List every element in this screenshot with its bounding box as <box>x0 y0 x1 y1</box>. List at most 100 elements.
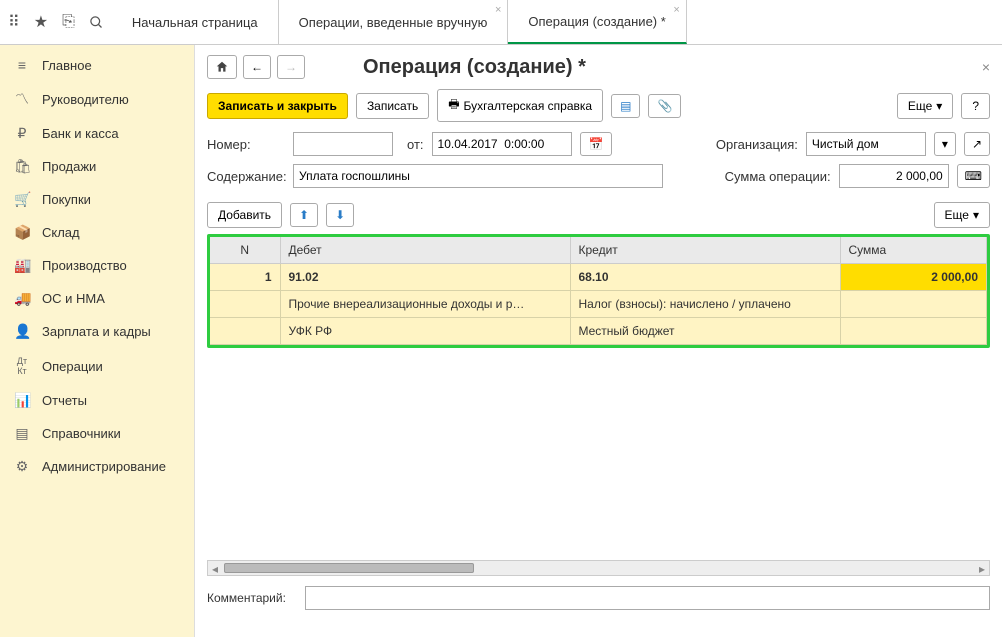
scroll-left-icon[interactable]: ◂ <box>212 562 218 576</box>
home-button[interactable] <box>207 55 237 79</box>
chevron-down-icon: ▾ <box>936 99 942 113</box>
tab-home[interactable]: Начальная страница <box>112 0 279 44</box>
date-label: от: <box>407 137 424 152</box>
sidebar-item-reports[interactable]: 📊Отчеты <box>0 384 194 417</box>
cell-credit-sub[interactable]: Налог (взносы): начислено / уплачено <box>570 291 840 318</box>
move-up-button[interactable]: ⬆ <box>290 203 318 227</box>
sidebar-item-sales[interactable]: 🛍 Продажи <box>0 150 194 183</box>
cell-debit[interactable]: 91.02 <box>280 264 570 291</box>
cart-icon: 🛒 <box>14 191 30 208</box>
sidebar-item-purchases[interactable]: 🛒 Покупки <box>0 183 194 216</box>
cell-debit-sub[interactable]: УФК РФ <box>280 318 570 345</box>
date-input[interactable] <box>432 132 572 156</box>
bag-icon: 🛍 <box>14 158 30 175</box>
close-icon[interactable]: × <box>673 4 679 16</box>
row-content-sum: Содержание: Сумма операции: ⌨ <box>207 164 990 188</box>
save-button[interactable]: Записать <box>356 93 429 119</box>
org-dropdown-button[interactable]: ▾ <box>934 132 956 156</box>
sidebar-item-operations[interactable]: ДтКт Операции <box>0 348 194 384</box>
cell-credit-sub[interactable]: Местный бюджет <box>570 318 840 345</box>
help-button[interactable]: ? <box>961 93 990 119</box>
clipboard-icon[interactable]: ⎘ <box>62 13 75 31</box>
cell-debit-sub[interactable]: Прочие внереализационные доходы и р… <box>280 291 570 318</box>
sidebar-item-warehouse[interactable]: 📦Склад <box>0 216 194 249</box>
scroll-right-icon[interactable]: ▸ <box>979 562 985 576</box>
horizontal-scrollbar[interactable]: ◂ ▸ <box>207 560 990 576</box>
accounting-report-button[interactable]: 🖶 Бухгалтерская справка <box>437 89 603 122</box>
sidebar-item-main[interactable]: ≡ Главное <box>0 49 194 81</box>
sidebar-item-label: Операции <box>42 359 103 374</box>
cell-amount[interactable]: 2 000,00 <box>840 264 987 291</box>
content: ← → Операция (создание) * × Записать и з… <box>195 45 1002 637</box>
table-row-sub[interactable]: УФК РФ Местный бюджет <box>210 318 987 345</box>
sidebar-item-hr[interactable]: 👤Зарплата и кадры <box>0 315 194 348</box>
close-page-icon[interactable]: × <box>982 59 990 75</box>
main: ≡ Главное 〽Руководителю ₽Банк и касса 🛍 Пр… <box>0 45 1002 637</box>
cell-empty <box>210 318 280 345</box>
table-row[interactable]: 1 91.02 68.10 2 000,00 <box>210 264 987 291</box>
tab-label: Операции, введенные вручную <box>299 15 488 30</box>
menu-icon: ≡ <box>14 57 30 73</box>
cell-n: 1 <box>210 264 280 291</box>
title-row: ← → Операция (создание) * × <box>207 55 990 79</box>
dtkt-icon: ДтКт <box>14 356 30 376</box>
sidebar-item-label: Главное <box>42 58 92 73</box>
number-label: Номер: <box>207 137 285 152</box>
star-icon[interactable]: ★ <box>34 12 48 32</box>
page-title: Операция (создание) * <box>363 56 586 79</box>
open-icon: ↗ <box>972 137 982 151</box>
sidebar-item-label: Покупки <box>42 192 91 207</box>
button-label: Еще <box>945 208 969 222</box>
add-button[interactable]: Добавить <box>207 202 282 228</box>
close-icon[interactable]: × <box>495 4 501 16</box>
calendar-button[interactable]: 📅 <box>580 132 613 156</box>
sidebar-item-bank[interactable]: ₽Банк и касса <box>0 117 194 150</box>
cell-empty <box>840 291 987 318</box>
number-input[interactable] <box>293 132 393 156</box>
comment-input[interactable] <box>305 586 990 610</box>
arrow-down-icon: ⬇ <box>335 208 345 222</box>
bars-icon: 📊 <box>14 392 30 409</box>
sum-input[interactable] <box>839 164 949 188</box>
entries-table[interactable]: N Дебет Кредит Сумма 1 91.02 68.10 2 000… <box>210 237 987 345</box>
save-close-button[interactable]: Записать и закрыть <box>207 93 348 119</box>
content-input[interactable] <box>293 164 663 188</box>
search-icon[interactable] <box>89 15 104 30</box>
sidebar-item-production[interactable]: 🏭Производство <box>0 249 194 282</box>
sidebar-item-catalogs[interactable]: ▤Справочники <box>0 417 194 450</box>
tab-label: Операция (создание) * <box>528 14 665 29</box>
more-button[interactable]: Еще ▾ <box>897 93 953 119</box>
org-open-button[interactable]: ↗ <box>964 132 990 156</box>
sidebar-item-admin[interactable]: ⚙Администрирование <box>0 450 194 483</box>
printer-icon: 🖶 <box>448 95 459 116</box>
main-toolbar: Записать и закрыть Записать 🖶 Бухгалтерс… <box>207 89 990 122</box>
apps-icon[interactable]: ⠿ <box>8 12 20 32</box>
gear-icon: ⚙ <box>14 458 30 475</box>
cell-empty <box>840 318 987 345</box>
table-header-row: N Дебет Кредит Сумма <box>210 237 987 264</box>
calculator-button[interactable]: ⌨ <box>957 164 990 188</box>
table-toolbar: Добавить ⬆ ⬇ Еще ▾ <box>207 202 990 228</box>
scrollbar-thumb[interactable] <box>224 563 474 573</box>
content-label: Содержание: <box>207 169 285 184</box>
calculator-icon: ⌨ <box>965 169 982 183</box>
document-button[interactable]: ▤ <box>611 94 640 118</box>
book-icon: ▤ <box>14 425 30 442</box>
forward-button[interactable]: → <box>277 55 305 79</box>
sidebar-item-os-nma[interactable]: 🚚ОС и НМА <box>0 282 194 315</box>
comment-label: Комментарий: <box>207 591 297 605</box>
back-button[interactable]: ← <box>243 55 271 79</box>
document-icon: ▤ <box>620 99 631 113</box>
button-label: Еще <box>908 99 932 113</box>
tab-operation-create[interactable]: Операция (создание) * × <box>508 0 686 44</box>
sidebar-item-label: Продажи <box>42 159 96 174</box>
cell-credit[interactable]: 68.10 <box>570 264 840 291</box>
org-label: Организация: <box>716 137 798 152</box>
move-down-button[interactable]: ⬇ <box>326 203 354 227</box>
table-row-sub[interactable]: Прочие внереализационные доходы и р… Нал… <box>210 291 987 318</box>
org-input[interactable] <box>806 132 926 156</box>
table-more-button[interactable]: Еще ▾ <box>934 202 990 228</box>
attach-button[interactable]: 📎 <box>648 94 681 118</box>
tab-operations-manual[interactable]: Операции, введенные вручную × <box>279 0 509 44</box>
sidebar-item-manager[interactable]: 〽Руководителю <box>0 81 194 117</box>
